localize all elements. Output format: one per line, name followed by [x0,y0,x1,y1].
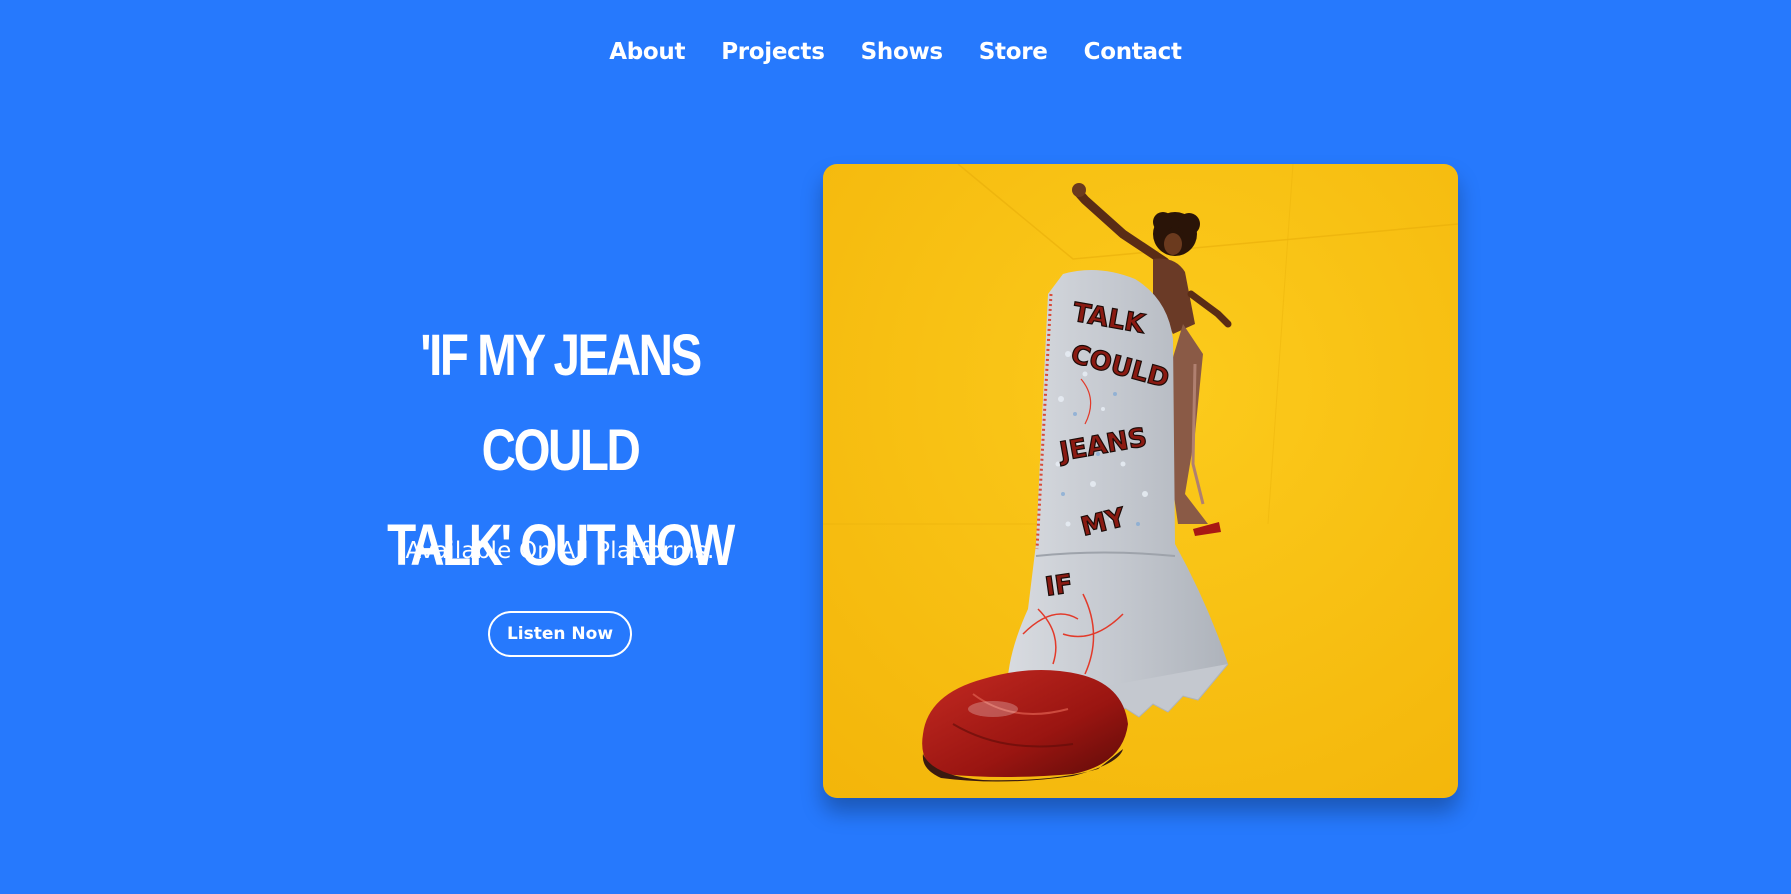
nav-link-shows[interactable]: Shows [861,39,943,65]
hero-title-line-1: 'IF MY JEANS COULD [420,323,702,483]
nav-link-contact[interactable]: Contact [1084,39,1182,65]
nav-link-store[interactable]: Store [979,39,1048,65]
album-artwork[interactable]: TALK COULD JEANS MY IF [823,164,1458,798]
listen-now-button[interactable]: Listen Now [488,611,632,657]
nav-link-projects[interactable]: Projects [721,39,825,65]
main-nav: About Projects Shows Store Contact [0,32,1791,72]
album-artwork-illustration: TALK COULD JEANS MY IF [823,164,1458,798]
hero-subtitle: Available On All Platforms. [405,538,715,564]
stitched-word-if: IF [1043,569,1074,603]
nav-link-about[interactable]: About [609,39,685,65]
